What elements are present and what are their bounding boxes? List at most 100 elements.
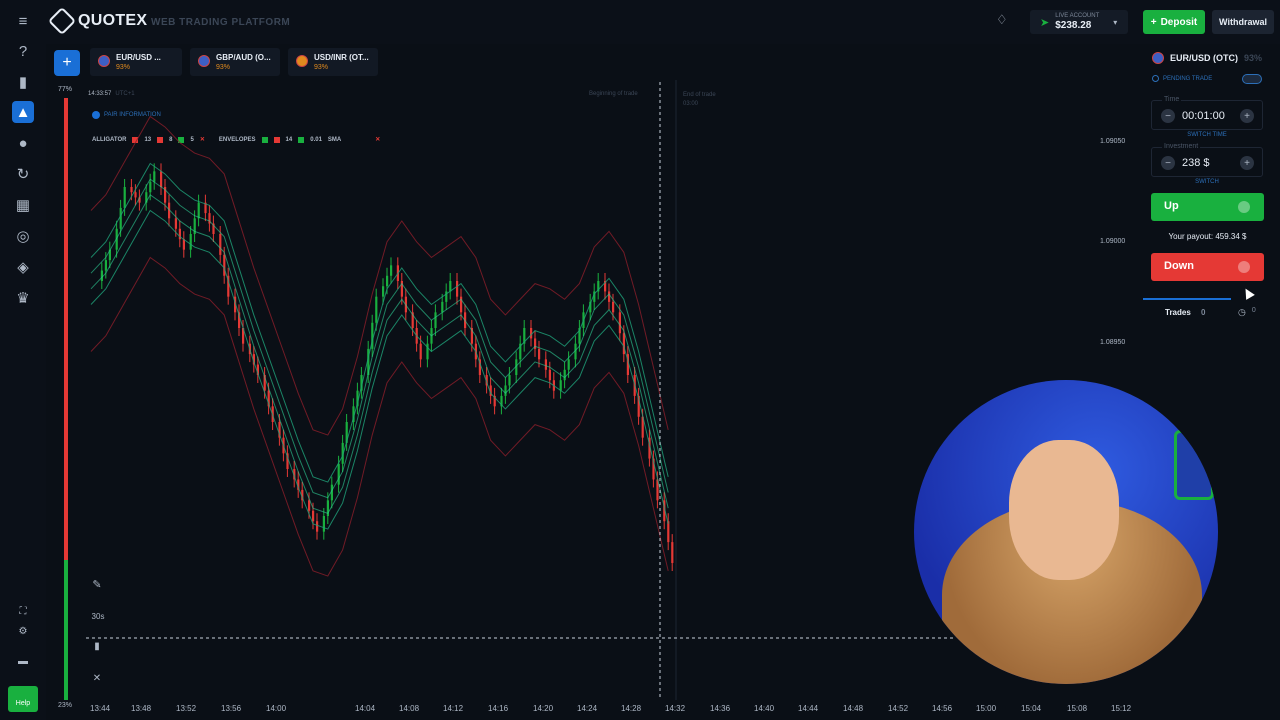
account-balance: $238.28 — [1055, 20, 1092, 31]
add-asset-button[interactable]: + — [54, 50, 80, 76]
asset-tab-2[interactable]: GBP/AUD (O... 93% — [190, 48, 280, 76]
clock-icon — [1152, 75, 1159, 82]
indicator-line — [90, 115, 669, 436]
candle — [219, 234, 222, 255]
flag-icon[interactable]: ▬ — [12, 650, 34, 672]
x-tick-label: 15:04 — [1021, 704, 1042, 713]
candle — [316, 521, 319, 532]
candle — [123, 187, 126, 208]
withdrawal-button[interactable]: Withdrawal — [1212, 10, 1274, 34]
x-tick-label: 14:20 — [533, 704, 554, 713]
trade-pair-percent: 93% — [1244, 53, 1263, 63]
app-subtitle: WEB TRADING PLATFORM — [151, 17, 291, 28]
time-field[interactable]: Time − 00:01:00 + SWITCH TIME — [1151, 96, 1263, 138]
trades-tab[interactable]: Trades 0 — [1165, 308, 1205, 317]
payout-text: Your payout: 459.34 $ — [1168, 232, 1247, 241]
pending-trade: PENDING TRADE — [1152, 75, 1212, 82]
trades-count: 0 — [1201, 308, 1206, 317]
x-tick-label: 14:32 — [665, 704, 686, 713]
investment-field[interactable]: Investment − 238 $ + SWITCH — [1151, 143, 1263, 185]
x-tick-label: 14:44 — [798, 704, 819, 713]
candle — [563, 369, 566, 381]
plus-icon: + — [1150, 16, 1157, 28]
app-name: QUOTEX — [78, 12, 148, 29]
time-label: Time — [1162, 96, 1182, 103]
deposit-button[interactable]: + Deposit — [1143, 10, 1205, 34]
investment-increase-button[interactable]: + — [1240, 156, 1254, 170]
candle — [504, 385, 507, 396]
time-increase-button[interactable]: + — [1240, 109, 1254, 123]
x-tick-label: 13:56 — [221, 704, 242, 713]
indicators-icon[interactable]: ✕ — [86, 673, 108, 693]
x-tick-label: 14:28 — [621, 704, 642, 713]
switch-investment-link[interactable]: SWITCH — [1152, 179, 1262, 185]
x-tick-label: 15:08 — [1067, 704, 1088, 713]
indicator-line — [90, 209, 669, 530]
history-tab[interactable]: ◷ 0 — [1238, 307, 1256, 318]
trade-pair-name: EUR/USD (OTC) — [1170, 53, 1238, 63]
tab-percent: 93% — [314, 64, 329, 71]
signal-icon[interactable]: ◎ — [12, 225, 34, 247]
arrow-up-icon — [1238, 201, 1250, 213]
logo-icon — [47, 6, 77, 36]
user-icon[interactable]: ● — [12, 132, 34, 154]
bell-icon[interactable]: ♢ — [996, 12, 1012, 32]
deposit-label: Deposit — [1160, 16, 1198, 28]
investment-value: 238 $ — [1182, 157, 1210, 169]
down-label: Down — [1164, 260, 1194, 272]
candle — [538, 348, 541, 360]
arrow-down-icon — [1238, 261, 1250, 273]
asset-tab-3[interactable]: USD/INR (OT... 93% — [288, 48, 378, 76]
y-tick-label: 1.08950 — [1100, 339, 1126, 346]
menu-icon[interactable]: ≡ — [12, 10, 34, 32]
candle — [456, 281, 459, 297]
candle — [441, 301, 444, 313]
candle — [375, 296, 378, 323]
candle — [322, 516, 325, 532]
fullscreen-icon[interactable]: ⛶ — [12, 600, 34, 622]
candle — [182, 239, 185, 250]
account-selector[interactable]: ➤ LIVE ACCOUNT $238.28 ▾ — [1030, 10, 1128, 34]
x-tick-label: 14:24 — [577, 704, 598, 713]
candle — [197, 202, 200, 219]
time-value: 00:01:00 — [1182, 110, 1225, 122]
tab-percent: 93% — [116, 64, 131, 71]
trade-pair[interactable]: EUR/USD (OTC) 93% — [1152, 52, 1262, 64]
pencil-icon[interactable]: ✎ — [86, 574, 108, 596]
switch-time-link[interactable]: SWITCH TIME — [1152, 132, 1262, 138]
settings-icon[interactable]: ⚙ — [12, 620, 34, 642]
refresh-icon[interactable]: ↻ — [12, 163, 34, 185]
candle — [608, 291, 611, 302]
x-tick-label: 14:04 — [355, 704, 376, 713]
trades-tab-indicator — [1143, 298, 1231, 300]
candle — [419, 343, 422, 360]
tab-name: EUR/USD ... — [116, 53, 161, 62]
up-button[interactable]: Up — [1151, 193, 1264, 221]
pending-toggle[interactable] — [1242, 74, 1262, 84]
x-tick-label: 15:12 — [1111, 704, 1132, 713]
market-icon[interactable]: ▦ — [12, 194, 34, 216]
education-icon[interactable]: ▲ — [12, 101, 34, 123]
x-tick-label: 14:56 — [932, 704, 953, 713]
candle — [130, 187, 133, 193]
x-tick-label: 14:00 — [266, 704, 287, 713]
sidebar: ≡ ? ▮ ▲ ● ↻ ▦ ◎ ◈ ♛ ⛶ ⚙ ▬ Help — [0, 0, 46, 720]
chart-type-icon[interactable]: ▮ — [86, 641, 108, 661]
chart-icon[interactable]: ▮ — [12, 71, 34, 93]
trophy-icon[interactable]: ♛ — [12, 287, 34, 309]
timeframe-button[interactable]: 30s — [86, 607, 110, 627]
tab-percent: 93% — [216, 64, 231, 71]
x-tick-label: 14:08 — [399, 704, 420, 713]
time-decrease-button[interactable]: − — [1161, 109, 1175, 123]
help-icon[interactable]: ? — [12, 40, 34, 62]
asset-tab-1[interactable]: EUR/USD ... 93% — [90, 48, 182, 76]
tournament-icon[interactable]: ◈ — [12, 256, 34, 278]
candle — [544, 359, 547, 370]
down-button[interactable]: Down — [1151, 253, 1264, 281]
candle — [548, 369, 551, 381]
investment-decrease-button[interactable]: − — [1161, 156, 1175, 170]
candle — [559, 380, 562, 391]
candle — [104, 260, 107, 271]
y-tick-label: 1.09000 — [1100, 238, 1126, 245]
help-button[interactable]: Help — [8, 686, 38, 712]
